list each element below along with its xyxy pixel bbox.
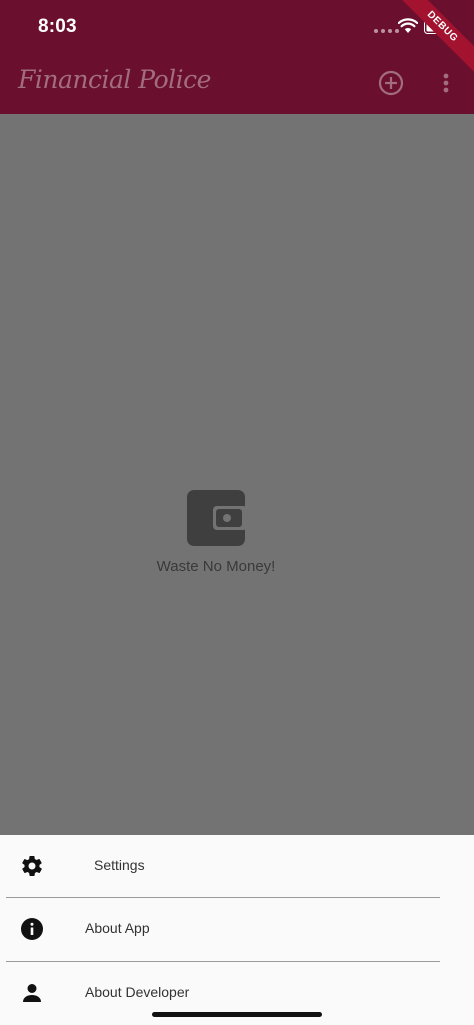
signal-dots-icon	[374, 29, 399, 33]
wifi-icon	[398, 18, 418, 33]
wallet-icon	[187, 490, 245, 546]
empty-state: Waste No Money!	[0, 490, 432, 575]
more-vert-icon	[443, 73, 449, 93]
status-time: 8:03	[38, 16, 77, 37]
status-bar: 8:03	[0, 0, 474, 56]
person-icon	[23, 984, 41, 1002]
home-indicator[interactable]	[152, 1012, 322, 1017]
app-title: Financial Police	[18, 65, 211, 94]
info-icon	[21, 918, 43, 940]
gear-icon	[22, 856, 42, 877]
menu-item-label: About Developer	[85, 984, 190, 1000]
empty-state-message: Waste No Money!	[156, 558, 276, 575]
add-circle-icon	[378, 70, 404, 96]
menu-item-settings[interactable]: Settings	[6, 835, 440, 897]
add-button[interactable]	[376, 68, 406, 98]
menu-item-label: About App	[85, 920, 150, 936]
bottom-sheet-menu: Settings About App About Developer	[0, 835, 474, 1025]
menu-item-label: Settings	[94, 857, 145, 873]
app-bar: Financial Police	[0, 56, 474, 114]
menu-item-about-app[interactable]: About App	[6, 898, 440, 960]
more-options-button[interactable]	[436, 68, 456, 98]
